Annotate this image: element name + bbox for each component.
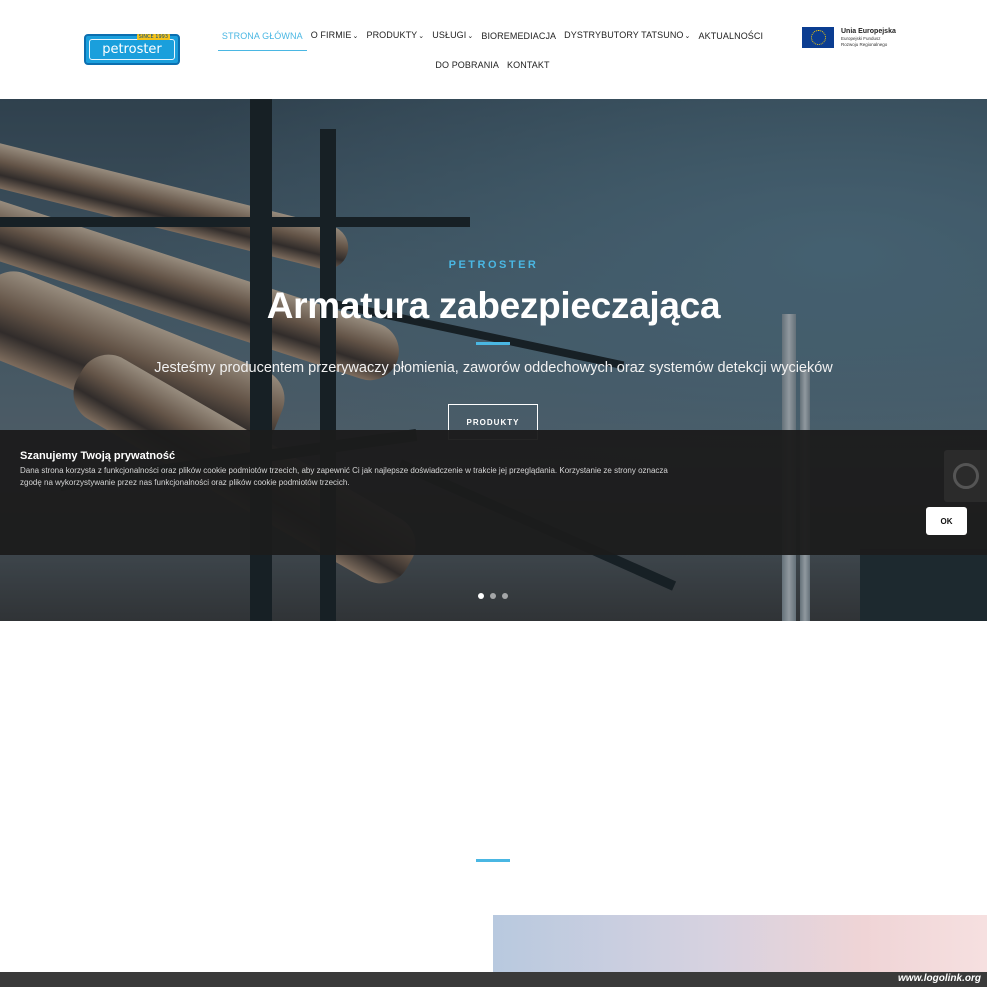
- nav-item-label: DYSTRYBUTORY TATSUNO: [564, 30, 684, 40]
- nav-item-label: O FIRMIE: [310, 30, 352, 40]
- watermark-text: www.logolink.org: [898, 973, 981, 984]
- nav-item-label: BIOREMEDIACJA: [481, 31, 557, 41]
- nav-item-aktualności[interactable]: AKTUALNOŚCI: [695, 22, 768, 50]
- watermark-bar: www.logolink.org: [0, 972, 987, 987]
- site-header: petroster SINCE 1993 STRONA GŁÓWNA O FIRM…: [0, 0, 987, 99]
- chevron-down-icon: ⌄: [467, 33, 474, 40]
- eu-flag-icon: [802, 27, 834, 48]
- logo-wordmark: petroster SINCE 1993: [89, 34, 175, 60]
- hero-title: Armatura zabezpieczająca: [266, 285, 721, 326]
- eu-funding-badge: Unia Europejska Europejski Fundusz Rozwo…: [802, 27, 896, 48]
- logo-text: petroster: [102, 42, 162, 57]
- nav-row-primary: STRONA GŁÓWNA O FIRMIE⌄ PRODUKTY⌄ USŁUGI⌄ BI…: [217, 21, 763, 51]
- section-divider: [476, 859, 510, 862]
- nav-item-usługi[interactable]: USŁUGI⌄: [428, 21, 477, 51]
- nav-item-strona-główna[interactable]: STRONA GŁÓWNA: [217, 22, 307, 51]
- chevron-down-icon: ⌄: [418, 33, 425, 40]
- nav-item-label: PRODUKTY: [366, 30, 418, 40]
- slider-dot[interactable]: [502, 593, 508, 599]
- eu-subtitle-line2: Rozwoju Regionalnego: [841, 42, 888, 47]
- cookie-ok-button[interactable]: OK: [926, 507, 967, 535]
- eu-title: Unia Europejska: [841, 28, 896, 35]
- nav-item-do-pobrania[interactable]: DO POBRANIA: [431, 51, 503, 79]
- nav-row-secondary: DO POBRANIA KONTAKT: [240, 51, 745, 79]
- chevron-down-icon: ⌄: [352, 33, 359, 40]
- eu-text: Unia Europejska Europejski Fundusz Rozwo…: [841, 27, 896, 48]
- badge-circle-icon: [952, 463, 979, 489]
- nav-item-produkty[interactable]: PRODUKTY⌄: [362, 21, 428, 51]
- petroster-logo[interactable]: petroster SINCE 1993: [84, 34, 180, 65]
- eu-stars-icon: [810, 30, 826, 45]
- nav-item-label: AKTUALNOŚCI: [698, 31, 764, 41]
- nav-item-label: STRONA GŁÓWNA: [221, 31, 303, 41]
- nav-item-label: DO POBRANIA: [435, 60, 500, 70]
- slider-dot[interactable]: [490, 593, 496, 599]
- slider-dots: [478, 593, 508, 599]
- cookie-title: Szanujemy Twoją prywatność: [20, 450, 176, 462]
- cookie-text: Dana strona korzysta z funkcjonalności o…: [20, 466, 668, 487]
- nav-item-label: USŁUGI: [432, 30, 467, 40]
- slider-dot[interactable]: [478, 593, 484, 599]
- nav-item-label: KONTAKT: [507, 60, 550, 70]
- logo-badge: SINCE 1993: [136, 34, 170, 40]
- nav-item-dystrybutory-tatsuno[interactable]: DYSTRYBUTORY TATSUNO⌄: [560, 21, 694, 51]
- hero-subtitle: Jesteśmy producentem przerywaczy płomien…: [154, 360, 833, 376]
- cookie-consent-bar: Szanujemy Twoją prywatność Dana strona k…: [0, 430, 987, 555]
- hero-divider: [476, 342, 510, 345]
- nav-item-bioremediacja[interactable]: BIOREMEDIACJA: [477, 22, 560, 50]
- chevron-down-icon: ⌄: [684, 33, 691, 40]
- main-navigation: STRONA GŁÓWNA O FIRMIE⌄ PRODUKTY⌄ USŁUGI⌄ BI…: [217, 21, 763, 79]
- side-floating-badge[interactable]: [944, 450, 987, 502]
- nav-item-o-firmie[interactable]: O FIRMIE⌄: [307, 21, 363, 51]
- hero-kicker: PETROSTER: [448, 259, 539, 271]
- nav-item-kontakt[interactable]: KONTAKT: [503, 51, 554, 79]
